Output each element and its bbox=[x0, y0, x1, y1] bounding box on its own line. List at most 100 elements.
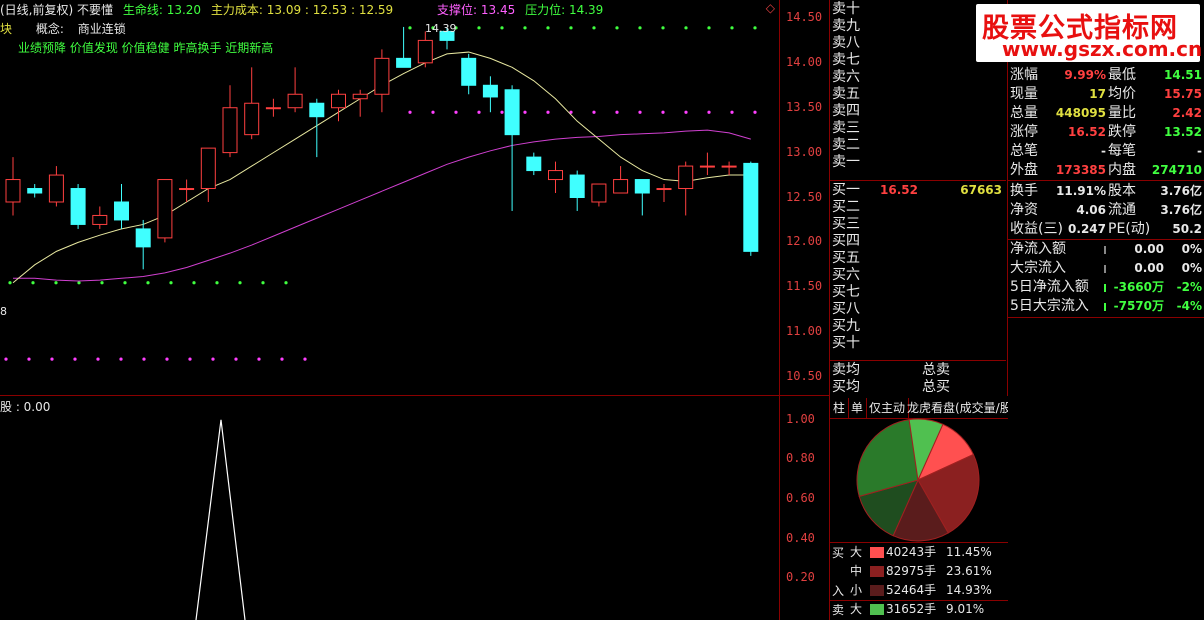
flow-row: 5日净流入额 -3660万 -2% bbox=[1008, 278, 1204, 297]
trade-row: 大 31652手 9.01% bbox=[830, 600, 1008, 619]
quote-label: 总量 bbox=[1010, 105, 1038, 121]
quote-value: 2.42 bbox=[1172, 106, 1202, 120]
dot-magenta-mid bbox=[477, 110, 481, 114]
dot-green-low bbox=[284, 281, 288, 285]
buy-level-label: 买九 bbox=[832, 318, 860, 334]
dot-green-low bbox=[100, 281, 104, 285]
flow-percent: 0% bbox=[1181, 242, 1202, 256]
candle bbox=[92, 206, 108, 229]
quote-row: 收益(三) 0.247 PE(动) 50.2 bbox=[1008, 220, 1204, 240]
detail-tab[interactable]: 仅主动 bbox=[866, 398, 910, 418]
candle bbox=[699, 152, 715, 176]
trade-row: 大 40243手 11.45% bbox=[830, 543, 1008, 562]
quote-row: 净资 4.06 流通 3.76亿 bbox=[1008, 201, 1204, 221]
sell-level-label: 卖七 bbox=[832, 52, 860, 68]
buy-level-row: 买五 bbox=[832, 250, 1006, 267]
candle bbox=[200, 147, 216, 202]
indicator-tick: 0.60 bbox=[786, 491, 815, 506]
quote-value: - bbox=[1197, 144, 1202, 158]
dot-green-high bbox=[477, 26, 481, 30]
dot-magenta-low bbox=[188, 357, 192, 361]
dot-magenta-mid bbox=[661, 110, 665, 114]
quote-label: 流通 bbox=[1108, 202, 1136, 218]
quote-value: 14.51 bbox=[1164, 68, 1202, 82]
dot-magenta-low bbox=[165, 357, 169, 361]
dot-green-high bbox=[523, 26, 527, 30]
quote-separator bbox=[1008, 180, 1204, 181]
price-axis: 14.50 14.00 13.50 13.00 12.50 12.00 11.50 11.00… bbox=[780, 0, 830, 396]
detail-tab[interactable]: 龙虎看盘(成交量/股 bbox=[904, 398, 1008, 418]
dot-magenta-low bbox=[142, 357, 146, 361]
price-tick: 14.50 bbox=[786, 9, 823, 24]
kline-chart[interactable]: (日线,前复权) 不要懂 生命线: 13.20 主力成本: 13.09 : 12… bbox=[0, 0, 780, 396]
quote-value: 4.06 bbox=[1076, 203, 1106, 217]
dot-magenta-mid bbox=[707, 110, 711, 114]
candle bbox=[591, 183, 607, 207]
candle bbox=[309, 98, 325, 158]
detail-tabs: 柱单仅主动 龙虎看盘(成交量/股 bbox=[830, 398, 1008, 419]
price-tick: 14.00 bbox=[786, 54, 823, 69]
flow-bar bbox=[1104, 246, 1106, 254]
candle bbox=[244, 67, 260, 140]
candle bbox=[721, 161, 737, 176]
dot-green-high bbox=[638, 26, 642, 30]
trade-percent: 11.45% bbox=[946, 545, 992, 559]
dot-magenta-low bbox=[96, 357, 100, 361]
dot-green-high bbox=[546, 26, 550, 30]
quote-value: 13.52 bbox=[1164, 125, 1202, 139]
dot-green-high bbox=[661, 26, 665, 30]
flow-label: 5日净流入额 bbox=[1010, 279, 1089, 295]
dot-magenta-low bbox=[4, 357, 8, 361]
dot-green-low bbox=[192, 281, 196, 285]
candle bbox=[70, 184, 86, 229]
trade-percent: 23.61% bbox=[946, 564, 992, 578]
quote-value: 0.247 bbox=[1068, 222, 1106, 236]
dot-green-low bbox=[261, 281, 265, 285]
quote-value: 274710 bbox=[1151, 163, 1202, 177]
dot-magenta-mid bbox=[592, 110, 596, 114]
buy-level-row: 买九 bbox=[832, 318, 1006, 335]
dot-green-high bbox=[730, 26, 734, 30]
quote-value: 3.76亿 bbox=[1160, 203, 1202, 217]
ob-divider bbox=[830, 360, 1006, 361]
quote-value: 3.76亿 bbox=[1160, 184, 1202, 198]
detail-tab[interactable]: 柱 bbox=[830, 398, 850, 418]
flow-bar bbox=[1104, 303, 1106, 311]
indicator-axis: 1.00 0.80 0.60 0.40 0.20 bbox=[780, 396, 830, 620]
buy-level-row: 买七 bbox=[832, 284, 1006, 301]
dot-magenta-mid bbox=[753, 110, 757, 114]
price-tick: 10.50 bbox=[786, 369, 823, 384]
trade-volume: 31652手 bbox=[886, 602, 937, 616]
buy-level-label: 买七 bbox=[832, 284, 860, 300]
sell-level-row: 卖三 bbox=[832, 120, 1006, 137]
candle bbox=[287, 67, 303, 113]
sell-level-label: 卖十 bbox=[832, 1, 860, 17]
trade-table: 买入卖大 40243手 11.45% 中 82975手 23.61% 小 52464手 14.9… bbox=[830, 542, 1008, 620]
dot-green-low bbox=[31, 281, 35, 285]
price-tick: 12.50 bbox=[786, 189, 823, 204]
quote-row: 涨停 16.52 跌停 13.52 bbox=[1008, 123, 1204, 143]
dot-magenta-low bbox=[257, 357, 261, 361]
flow-value: -7570万 bbox=[1113, 299, 1164, 313]
sell-level-label: 卖九 bbox=[832, 18, 860, 34]
buy-level-row: 买六 bbox=[832, 267, 1006, 284]
quote-label: 最低 bbox=[1108, 67, 1136, 83]
high-price-label: 14.39 bbox=[425, 22, 457, 35]
indicator-chart[interactable]: 股 : 0.00 bbox=[0, 396, 780, 620]
candle bbox=[265, 98, 281, 117]
dot-magenta-mid bbox=[638, 110, 642, 114]
sell-level-row: 卖六 bbox=[832, 69, 1006, 86]
quote-value: 16.52 bbox=[1068, 125, 1106, 139]
dot-magenta-low bbox=[73, 357, 77, 361]
quote-label: 量比 bbox=[1108, 105, 1136, 121]
dot-green-low bbox=[8, 281, 12, 285]
dot-magenta-mid bbox=[454, 110, 458, 114]
detail-tab[interactable]: 单 bbox=[848, 398, 868, 418]
dot-magenta-low bbox=[119, 357, 123, 361]
dot-magenta-mid bbox=[684, 110, 688, 114]
quote-label: 现量 bbox=[1010, 86, 1038, 102]
indicator-tick: 1.00 bbox=[786, 411, 815, 426]
dot-magenta-mid bbox=[408, 110, 412, 114]
quote-row: 外盘 173385 内盘 274710 bbox=[1008, 161, 1204, 181]
trade-volume: 52464手 bbox=[886, 583, 937, 597]
